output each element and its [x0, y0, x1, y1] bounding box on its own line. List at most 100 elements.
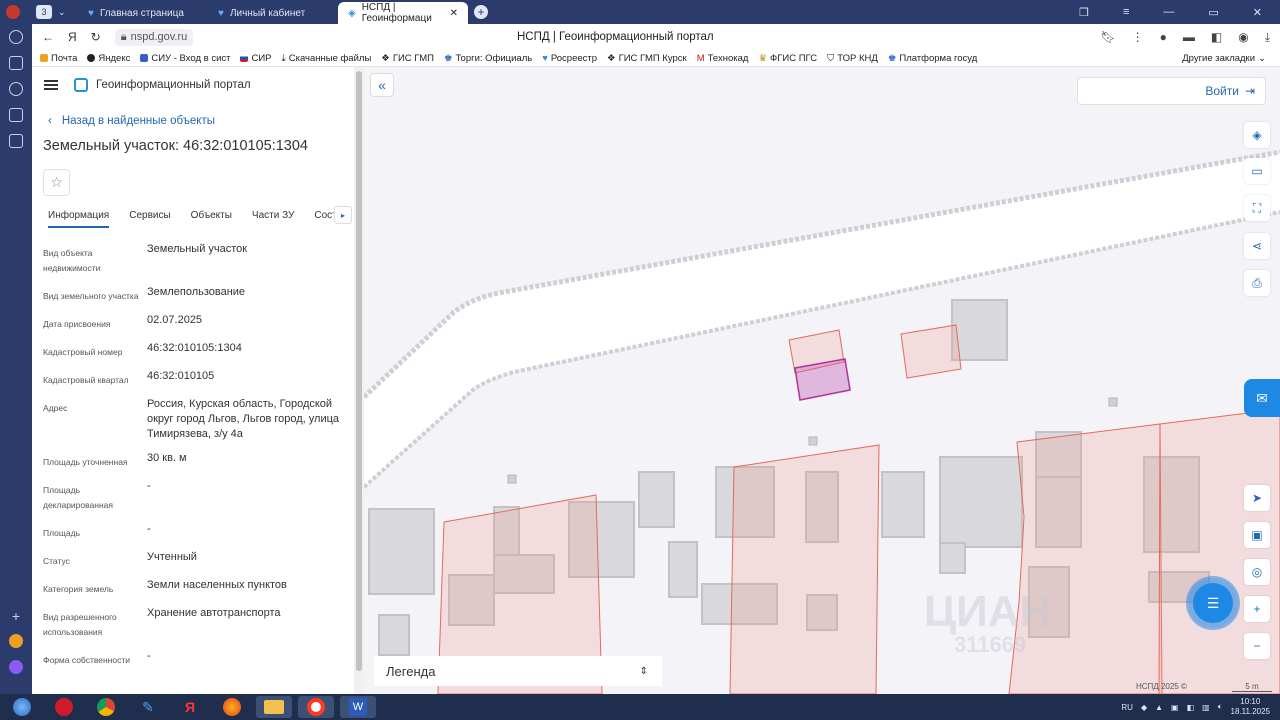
opera-taskbar-item[interactable] [46, 696, 82, 718]
bookmark-item[interactable]: ❖ ГИС ГМП [381, 53, 434, 64]
tab-parts[interactable]: Части ЗУ [252, 210, 294, 234]
feedback-button[interactable]: ✉ [1244, 379, 1280, 417]
new-tab-button[interactable]: + [474, 5, 488, 19]
bookmark-item[interactable]: ⤓ Скачанные файлы [282, 53, 372, 64]
tray-icon[interactable]: ◆ [1141, 703, 1147, 712]
play-icon[interactable] [9, 82, 23, 96]
close-tab-icon[interactable]: ✕ [450, 8, 458, 19]
layers-button[interactable]: ◈ [1244, 122, 1270, 148]
tab-objects[interactable]: Объекты [191, 210, 232, 234]
extension-icon[interactable]: ● [1160, 30, 1167, 45]
reload-icon[interactable]: ↻ [91, 30, 101, 44]
clock[interactable]: 10:10 18.11.2025 [1231, 697, 1270, 717]
ruler-button[interactable]: ▭ [1244, 158, 1270, 184]
locate-button[interactable]: ➤ [1244, 485, 1270, 511]
map-view[interactable]: ЦИАН 311669 « Войти ⇥ ◈ ▭ ⛶ ⋖ ⎙ ✉ ➤ ▣ ◎ … [364, 67, 1280, 694]
explorer-taskbar-item[interactable] [256, 696, 292, 718]
bookmark-item[interactable]: СИР [240, 53, 272, 64]
tray-icon[interactable]: ◧ [1187, 703, 1195, 712]
tray-icon[interactable]: ▲ [1155, 703, 1163, 712]
close-window-icon[interactable]: ✕ [1253, 6, 1262, 19]
back-to-results-link[interactable]: ‹ Назад в найденные объекты [32, 103, 354, 127]
parcel [1008, 423, 1163, 694]
tab-cabinet[interactable]: ♥ Личный кабинет [208, 2, 338, 24]
minimap-button[interactable]: ▣ [1244, 522, 1270, 548]
legend-dropdown[interactable]: Легенда ⇕ [374, 656, 662, 686]
minus-icon: − [1253, 639, 1261, 653]
tab-information[interactable]: Информация [48, 210, 110, 228]
tab-home[interactable]: ♥ Главная страница [78, 2, 208, 24]
map-canvas[interactable] [364, 67, 1280, 694]
yandex-icon[interactable]: Я [68, 30, 77, 44]
zoom-in-button[interactable]: + [1244, 596, 1270, 622]
tab-services[interactable]: Сервисы [129, 210, 170, 234]
word-taskbar-item[interactable]: W [340, 696, 376, 718]
extension-icon[interactable]: ▬ [1183, 30, 1195, 45]
bookmark-icon[interactable]: 🔖︎ [1100, 30, 1115, 45]
more-icon[interactable]: ⋮ [1132, 30, 1144, 45]
app-taskbar-item[interactable]: ✎ [130, 696, 166, 718]
share-button[interactable]: ⋖ [1244, 233, 1270, 259]
bookmark-item[interactable]: ♛ ФГИС ПГС [758, 53, 817, 64]
bookmark-item[interactable]: ♥ Росреестр [542, 53, 597, 64]
bookmark-item[interactable]: ♚ Платформа госуд [888, 53, 977, 64]
minimize-icon[interactable]: — [1163, 6, 1174, 19]
extension-icon[interactable]: ◧ [1211, 30, 1222, 45]
clock-icon[interactable] [9, 30, 23, 44]
yandex-browser-taskbar-item[interactable] [298, 696, 334, 718]
portal-logo[interactable]: Геоинформационный портал [74, 78, 251, 92]
tabs-scroll-right-button[interactable]: ▸ [334, 206, 352, 224]
notes-icon[interactable] [9, 56, 23, 70]
volume-icon[interactable]: 🔈︎ [1218, 702, 1223, 712]
window-restore-icon[interactable]: ❐ [1079, 6, 1089, 19]
collections-icon[interactable] [9, 134, 23, 148]
folder-icon [264, 700, 284, 714]
alice-icon[interactable] [9, 660, 23, 674]
print-button[interactable]: ⎙ [1244, 270, 1270, 296]
tray-icon[interactable]: ▣ [1171, 703, 1179, 712]
geo-search-button[interactable]: ◎ [1244, 559, 1270, 585]
select-area-button[interactable]: ⛶ [1244, 195, 1270, 221]
zoom-out-button[interactable]: − [1244, 633, 1270, 659]
ruler-icon: ▭ [1251, 164, 1263, 178]
extension-icon[interactable]: ◉ [1238, 30, 1248, 45]
start-button[interactable] [4, 696, 40, 718]
chrome-taskbar-item[interactable] [88, 696, 124, 718]
browser-logo-icon[interactable] [6, 5, 20, 19]
bookmark-item[interactable]: Яндекс [87, 53, 130, 64]
mail-icon[interactable] [9, 634, 23, 648]
scrollbar-thumb[interactable] [356, 71, 362, 671]
url-field[interactable]: 🔒︎ nspd.gov.ru [114, 28, 194, 46]
field-label: Кадастровый квартал [43, 375, 129, 385]
panel-scrollbar[interactable] [354, 67, 364, 694]
menu-icon[interactable] [44, 80, 58, 90]
bookmark-item[interactable]: M Технокад [697, 53, 749, 64]
language-indicator[interactable]: RU [1121, 703, 1133, 712]
bookmark-item[interactable]: СИУ - Вход в сист [140, 53, 230, 64]
add-panel-icon[interactable]: + [12, 608, 20, 624]
maximize-icon[interactable]: ▭ [1208, 6, 1218, 19]
field-value: 02.07.2025 [147, 314, 203, 326]
other-bookmarks[interactable]: Другие закладки ⌄ [1182, 53, 1280, 64]
building [368, 508, 435, 595]
back-icon[interactable]: ← [42, 30, 54, 44]
tab-nspd[interactable]: ◈ НСПД | Геоинформаци ✕ [338, 2, 468, 24]
info-row: Статус Учтенный [43, 550, 354, 569]
yandex-taskbar-item[interactable]: Я [172, 696, 208, 718]
chat-button[interactable]: ☰ [1193, 583, 1233, 623]
bookmark-item[interactable]: Почта [40, 53, 77, 64]
collapse-panel-button[interactable]: « [370, 73, 394, 97]
favorite-star-button[interactable]: ☆ [43, 169, 70, 196]
tab-count-badge[interactable]: 3 [36, 5, 52, 19]
network-icon[interactable]: ▥ [1202, 703, 1210, 712]
login-button[interactable]: Войти ⇥ [1077, 77, 1266, 105]
field-value: Земли населенных пунктов [147, 579, 287, 591]
counter-icon[interactable] [9, 108, 23, 122]
browser-menu-icon[interactable]: ≡ [1123, 6, 1129, 19]
tabs-menu-chevron-icon[interactable]: ⌄ [58, 7, 66, 18]
firefox-taskbar-item[interactable] [214, 696, 250, 718]
bookmark-item[interactable]: ❖ ГИС ГМП Курск [607, 53, 687, 64]
bookmark-item[interactable]: ⛉ ТОР КНД [827, 53, 878, 64]
bookmark-item[interactable]: ♚ Торги: Официаль [444, 53, 532, 64]
downloads-icon[interactable]: ⤓ [1265, 30, 1270, 45]
